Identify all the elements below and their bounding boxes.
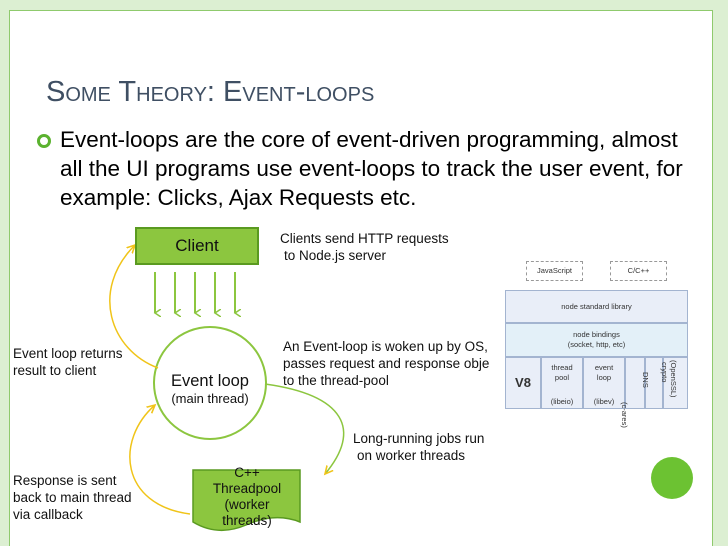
crypto-cell: crypto (OpenSSL)	[660, 357, 688, 409]
node-bindings-layer: node bindings (socket, http, etc)	[505, 323, 688, 357]
node-architecture-figure: JavaScript C/C++ node standard library n…	[500, 255, 690, 428]
main-thread-label: (main thread)	[171, 391, 249, 406]
callback-arrow	[129, 405, 191, 515]
event-loop-woken-label: An Event-loop is woken up by OS, passes …	[283, 339, 490, 388]
clients-send-label: Clients send HTTP requests to Node.js se…	[280, 231, 449, 263]
cpp-tag: C/C++	[610, 261, 667, 281]
javascript-tag: JavaScript	[526, 261, 583, 281]
node-standard-library-layer: node standard library	[505, 290, 688, 323]
returns-result-label: Event loop returns result to client	[13, 346, 123, 378]
response-sent-label: Response is sent back to main thread via…	[13, 473, 132, 522]
event-loop-node: Event loop (main thread)	[150, 372, 270, 406]
worker-dispatch-arrow	[264, 383, 345, 474]
v8-cell: V8	[505, 357, 541, 409]
event-loop-label: Event loop	[171, 372, 249, 390]
event-loop-cell: event loop (libev)	[583, 357, 625, 409]
threadpool-label: C++ Threadpool (worker threads)	[212, 465, 282, 528]
request-arrows	[155, 272, 235, 313]
long-running-label: Long-running jobs run on worker threads	[353, 431, 485, 463]
thread-pool-cell: thread pool (libeio)	[541, 357, 583, 409]
decorative-green-dot	[651, 457, 693, 499]
client-box: Client	[135, 227, 259, 265]
